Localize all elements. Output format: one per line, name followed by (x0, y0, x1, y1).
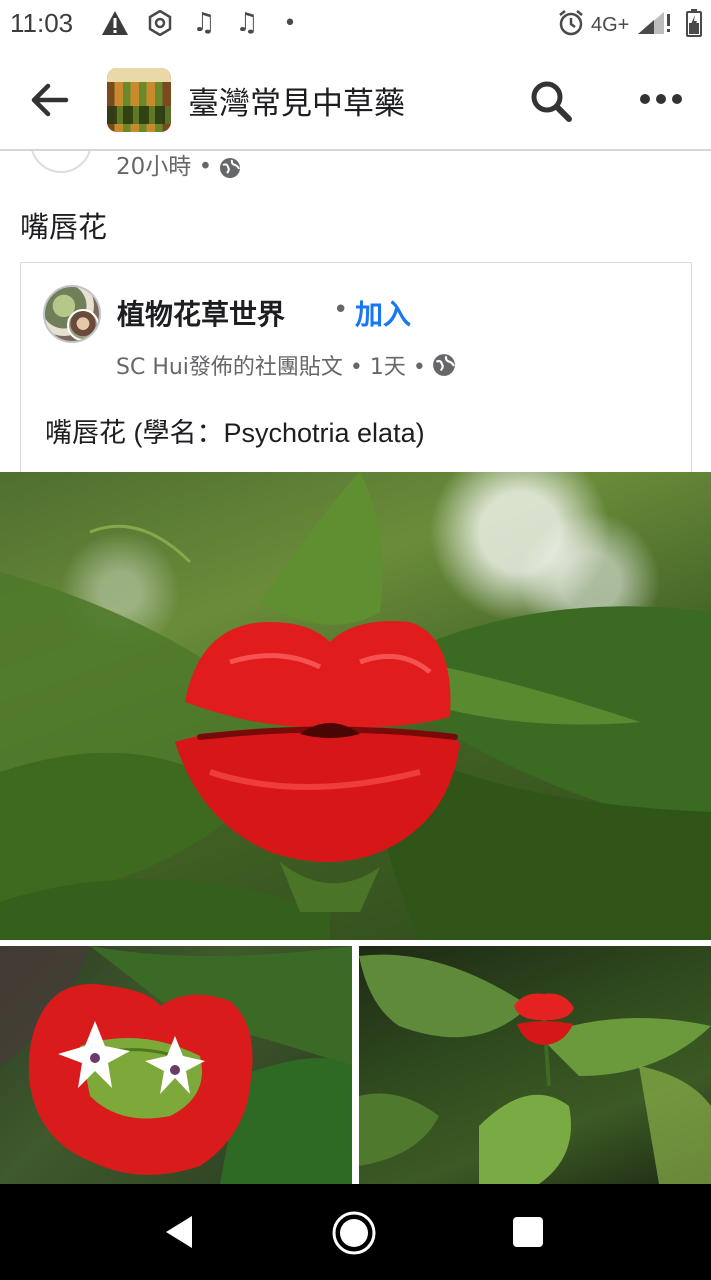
group-name[interactable]: 植物花草世界 (117, 293, 285, 333)
status-time: 11:03 (10, 8, 74, 38)
page-title[interactable]: 臺灣常見中草藥 (188, 78, 405, 123)
post-timestamp: 20小時 • (116, 154, 213, 180)
flower-plant-image (359, 954, 711, 1184)
shared-post-subtitle: SC Hui發佈的社團貼文 • 1天 • (116, 355, 426, 380)
join-button[interactable]: 加入 (355, 293, 411, 333)
warning-icon (100, 8, 130, 38)
post-text: 嘴唇花 (20, 210, 108, 244)
globe-icon (220, 157, 241, 178)
back-button[interactable] (28, 80, 72, 120)
group-avatar[interactable] (43, 285, 101, 343)
app-header: 臺灣常見中草藥 (0, 50, 711, 151)
back-arrow-icon (31, 83, 69, 117)
globe-icon (432, 354, 455, 376)
more-icon (640, 94, 682, 104)
search-button[interactable] (528, 78, 574, 124)
avatar[interactable] (30, 151, 92, 173)
music-note-icon: ♫ (192, 8, 216, 38)
battery-icon (684, 8, 704, 38)
status-bar: 11:03 ♫ ♫ • 4G+ (0, 0, 711, 50)
group-avatar[interactable] (107, 68, 171, 132)
search-icon (531, 81, 572, 122)
signal-icon (634, 8, 674, 38)
nav-back-button[interactable] (160, 1212, 200, 1252)
nav-back-icon (166, 1216, 192, 1248)
separator: • (333, 295, 349, 325)
nav-home-button[interactable] (331, 1210, 377, 1256)
flower-closeup-image (0, 946, 352, 1184)
music-note-icon: ♫ (235, 8, 259, 38)
post-photo-main[interactable] (0, 472, 711, 940)
nav-recents-icon (513, 1217, 543, 1247)
system-nav-bar (0, 1184, 711, 1280)
dot-icon: • (283, 10, 297, 36)
post-photo-tertiary[interactable] (359, 946, 711, 1184)
network-type: 4G+ (591, 13, 630, 36)
nav-recents-button[interactable] (512, 1216, 544, 1248)
shared-post-body: 嘴唇花 (學名：Psychotria elata) (45, 418, 425, 448)
alarm-icon (556, 8, 586, 38)
shared-post-meta: SC Hui發佈的社團貼文 • 1天 • (116, 349, 456, 381)
nav-home-icon (332, 1211, 376, 1255)
hot-lips-flower-image (0, 472, 711, 940)
shared-post-card[interactable]: 植物花草世界 • 加入 SC Hui發佈的社團貼文 • 1天 • 嘴唇花 (學名… (20, 262, 692, 472)
post-photo-secondary[interactable] (0, 946, 352, 1184)
more-button[interactable] (638, 84, 684, 114)
post-meta: 20小時 • (0, 151, 711, 181)
gear-icon (145, 8, 175, 38)
